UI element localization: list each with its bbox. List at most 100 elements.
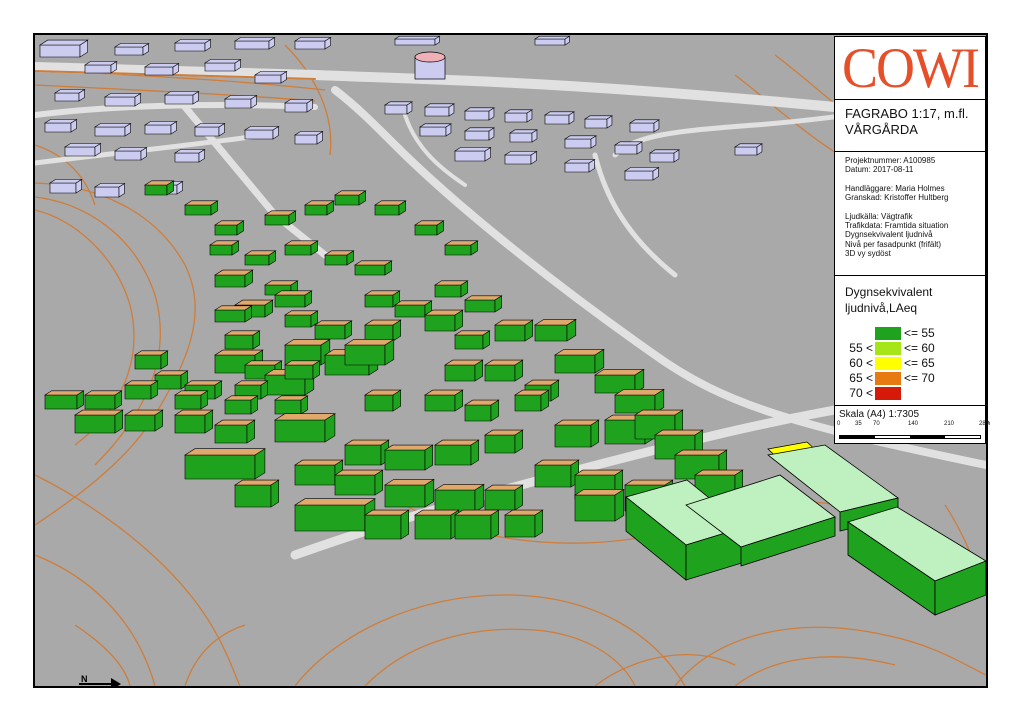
residential-building [123, 409, 164, 432]
background-building [38, 39, 89, 58]
legend-classes: <= 55 55 < <= 60 60 < <= 65 65 < <= 70 70 < [845, 326, 935, 401]
background-building [48, 178, 83, 194]
scale-bar-graphic [839, 435, 981, 439]
residential-building [183, 200, 219, 216]
residential-building [283, 240, 319, 256]
legend-heading-1: Dygnsekvivalent [845, 285, 933, 299]
legend-class-row: 60 < <= 65 [845, 356, 935, 371]
residential-building [463, 295, 503, 313]
background-building [143, 120, 178, 135]
reviewer: Granskad: Kristoffer Hultberg [845, 193, 949, 203]
noise-metric: Dygnsekvivalent ljudnivå [845, 230, 933, 240]
background-buildings [38, 35, 763, 198]
background-building [733, 143, 763, 156]
residential-building [243, 250, 277, 266]
residential-building [183, 448, 266, 480]
legend-class-low [845, 326, 875, 341]
legend-swatch [875, 356, 901, 371]
residential-building [363, 389, 402, 412]
background-building [223, 94, 258, 109]
residential-building [213, 305, 253, 323]
background-building [508, 129, 538, 143]
noise-source: Ljudkälla: Vägtrafik [845, 211, 913, 221]
legend-class-row: 70 < [845, 386, 935, 401]
legend-swatch [875, 371, 901, 386]
residential-building [363, 290, 401, 308]
background-building [113, 146, 148, 161]
residential-building [433, 439, 480, 466]
residential-building [263, 210, 297, 226]
residential-building [413, 509, 460, 540]
background-building [648, 149, 680, 163]
residential-building [83, 390, 123, 410]
residential-building [363, 509, 410, 540]
north-arrow-icon: N [75, 673, 121, 686]
residential-building [173, 409, 214, 434]
background-building [93, 182, 126, 198]
handler: Handläggare: Maria Holmes [845, 183, 945, 193]
residential-building [333, 190, 367, 206]
background-building [63, 142, 102, 157]
legend-class-low: 70 < [849, 386, 873, 400]
residential-building [533, 318, 577, 342]
legend-heading-2: ljudnivå,LAeq [845, 301, 918, 315]
background-building [628, 119, 660, 133]
background-building [43, 118, 78, 133]
scale-bar: Skala (A4) 1:7305 0 35 70 140 210 280 m [835, 406, 990, 439]
residential-building [553, 348, 605, 374]
cowi-logo: COWI [835, 37, 985, 100]
background-building [163, 90, 200, 105]
background-building [83, 60, 118, 74]
legend-class-low: 55 < [849, 341, 873, 355]
residential-building [413, 220, 445, 236]
background-building [623, 166, 660, 181]
legend-panel: COWI FAGRABO 1:17, m.fl. VÅRGÅRDA Projek… [834, 36, 990, 444]
residential-building [443, 240, 479, 256]
residential-building [283, 360, 321, 380]
residential-building [123, 380, 159, 400]
legend-swatch [875, 386, 901, 401]
svg-text:N: N [81, 674, 88, 684]
background-building [173, 38, 212, 52]
residential-building [493, 319, 534, 342]
residential-building [283, 310, 319, 328]
scale-tick: 140 [908, 421, 919, 427]
noise-level-legend: Dygnsekvivalent ljudnivå,LAeq <= 55 55 < <… [835, 276, 985, 406]
residential-building [353, 260, 393, 276]
residential-building [443, 359, 484, 382]
residential-building [533, 459, 580, 488]
background-building [613, 141, 643, 155]
background-building [233, 36, 276, 50]
residential-building [433, 483, 485, 513]
residential-building [213, 220, 245, 236]
residential-building [233, 479, 280, 508]
residential-building [323, 250, 355, 266]
background-building [143, 62, 180, 76]
residential-building [373, 200, 407, 216]
map-sheet: N COWI FAGRABO 1:17, m.fl. VÅRGÅRDA Proj… [0, 0, 1023, 723]
scale-ticks: 0 35 70 140 210 280 m [837, 421, 990, 435]
background-building [453, 146, 492, 162]
scale-tick: 70 [873, 421, 880, 427]
residential-building [383, 478, 435, 508]
residential-building [453, 330, 491, 350]
background-building [503, 150, 538, 165]
legend-swatch [875, 341, 901, 356]
project-number: Projektnummer: A100985 [845, 156, 936, 165]
residential-building [223, 330, 261, 350]
background-building [113, 42, 150, 56]
background-building [243, 125, 280, 140]
residential-building [133, 350, 169, 370]
title-line-2: VÅRGÅRDA [845, 122, 918, 137]
legend-class-row: <= 55 [845, 326, 935, 341]
residential-building [343, 338, 395, 366]
legend-class-high [901, 386, 935, 401]
map-metadata: Projektnummer: A100985 Datum: 2017-08-11… [835, 152, 985, 276]
background-building [533, 35, 571, 46]
background-building [293, 36, 332, 50]
background-building [283, 98, 314, 113]
logo-text: COWI [842, 36, 980, 100]
background-building [53, 88, 86, 102]
residential-building [273, 395, 309, 415]
residential-building [173, 390, 209, 410]
